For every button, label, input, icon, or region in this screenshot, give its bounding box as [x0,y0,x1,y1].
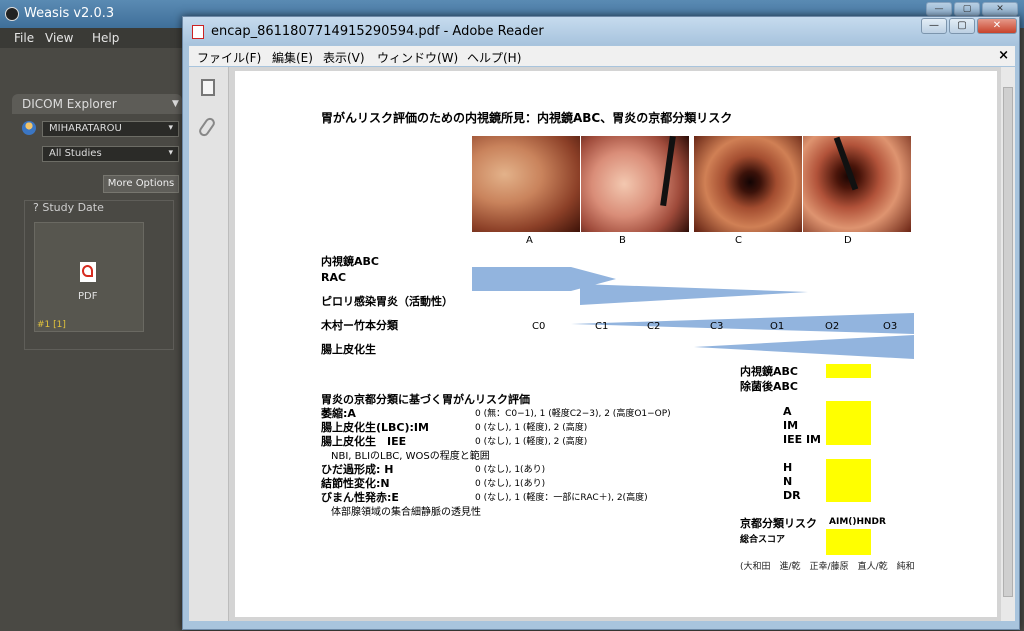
more-options-button[interactable]: More Options [103,175,179,193]
chevron-down-icon[interactable]: ▼ [172,99,179,109]
reader-close-button[interactable]: ✕ [977,18,1017,34]
menu-help-jp[interactable]: ヘルプ(H) [467,49,521,66]
vertical-scrollbar[interactable] [1001,67,1015,621]
attachment-icon[interactable] [197,115,217,139]
risk-desc-atrophy: 0 (無：C0−1), 1 (軽度C2−3), 2 (高度O1−OP) [475,409,671,419]
weasis-close-button[interactable]: ✕ [982,2,1018,16]
patient-value: MIHARATAROU [49,123,122,134]
pylori-wedge [580,284,808,305]
reader-menu-bar: ファイル(F) 編集(E) 表示(V) ウィンドウ(W) ヘルプ(H) × [189,46,1015,66]
kyoto-risk-code: AIM()HNDR [829,517,886,527]
kimura-wedge [571,313,914,334]
pages-icon[interactable] [201,79,215,96]
risk-code-n: N [783,475,793,488]
scrollbar-thumb[interactable] [1003,87,1013,597]
dicom-explorer-label: DICOM Explorer [22,97,117,111]
dicom-explorer-tab[interactable]: DICOM Explorer ▼ [12,94,182,114]
total-score-box [826,529,871,555]
studies-filter-select[interactable]: All Studies ▾ [42,146,179,162]
reader-body: 胃がんリスク評価のための内視鏡所見：内視鏡ABC、胃炎の京都分類リスク A B … [189,67,1015,621]
grade-o1: O1 [770,321,785,332]
pdf-page: 胃がんリスク評価のための内視鏡所見：内視鏡ABC、胃炎の京都分類リスク A B … [235,71,997,617]
menu-view-jp[interactable]: 表示(V) [323,49,365,66]
reader-title-bar[interactable]: encap_8611807714915290594.pdf - Adobe Re… [183,17,1019,45]
menu-edit-jp[interactable]: 編集(E) [272,49,313,66]
label-endoscopy-abc: 内視鏡ABC [740,365,798,378]
risk-desc-fold: 0 (なし), 1(あり) [475,465,546,475]
pdf-document-icon [192,25,204,39]
grade-c2: C2 [647,321,661,332]
risk-code-dr: DR [783,489,801,502]
weasis-title: Weasis v2.0.3 [24,6,115,21]
score-box-h-n-dr [826,459,871,502]
adobe-reader-window: encap_8611807714915290594.pdf - Adobe Re… [182,16,1020,630]
menu-window-jp[interactable]: ウィンドウ(W) [377,49,458,66]
risk-code-h: H [783,461,793,474]
weasis-minimize-button[interactable]: — [926,2,952,16]
series-tag: #1 [1] [37,320,66,330]
metaplasia-wedge [694,335,914,359]
weasis-logo-icon [5,7,19,21]
grade-o2: O2 [825,321,840,332]
grade-c1: C1 [595,321,609,332]
studies-filter-value: All Studies [49,148,102,159]
authors: (大和田 進/乾 正幸/藤原 直人/乾 純和 [740,562,915,572]
reader-window-controls: — ▢ ✕ [919,17,1019,35]
risk-desc-im-iee: 0 (なし), 1 (軽度), 2 (高度) [475,437,588,447]
reader-minimize-button[interactable]: — [921,18,947,34]
kyoto-risk-label: 京都分類リスク [740,517,817,530]
endoscopy-abc-highlight [826,364,871,378]
grade-c3: C3 [710,321,724,332]
chevron-down-icon: ▾ [168,123,173,133]
risk-code-im: IM [783,419,799,432]
menu-view[interactable]: View [45,31,73,45]
score-box-a-im [826,401,871,445]
total-score-label: 総合スコア [740,535,786,545]
study-date-label: ? Study Date [33,201,104,214]
iee-note: NBI, BLIのLBC, WOSの程度と範囲 [331,451,490,462]
close-document-icon[interactable]: × [998,48,1009,63]
reader-maximize-button[interactable]: ▢ [949,18,975,34]
navigation-pane [189,67,229,621]
patient-icon [22,121,36,135]
chevron-down-icon: ▾ [168,148,173,158]
patient-select[interactable]: MIHARATAROU ▾ [42,121,179,137]
menu-file-jp[interactable]: ファイル(F) [197,49,261,66]
menu-file[interactable]: File [14,31,34,45]
menu-help[interactable]: Help [92,31,119,45]
label-post-eradication-abc: 除菌後ABC [740,380,798,393]
risk-desc-im-lbc: 0 (なし), 1 (軽度), 2 (高度) [475,423,588,433]
thumbnail-label: PDF [78,291,98,302]
risk-desc-redness: 0 (なし), 1 (軽度：一部にRAC＋), 2(高度) [475,493,648,503]
risk-code-iee-im: IEE IM [783,433,821,446]
weasis-maximize-button[interactable]: ▢ [954,2,980,16]
weasis-menu-bar: File View Help [0,28,190,48]
pdf-icon [80,262,96,282]
risk-code-atrophy: A [783,405,792,418]
grade-o3: O3 [883,321,898,332]
reader-title: encap_8611807714915290594.pdf - Adobe Re… [211,24,544,39]
risk-desc-nodular: 0 (なし), 1(あり) [475,479,546,489]
vein-note: 体部腺領域の集合細静脈の透見性 [331,507,481,518]
grade-c0: C0 [532,321,546,332]
